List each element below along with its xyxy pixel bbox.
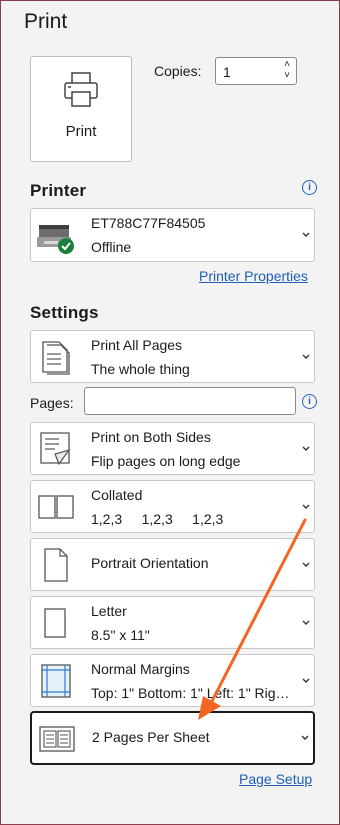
page-title: Print <box>24 10 68 33</box>
pages-info-icon[interactable]: i <box>302 394 317 409</box>
chevron-down-icon <box>302 620 310 625</box>
collation-select[interactable]: Collated 1,2,3 1,2,3 1,2,3 <box>30 480 315 533</box>
margins-subtitle: Top: 1" Bottom: 1" Left: 1" Rig… <box>91 685 290 701</box>
print-button-label: Print <box>65 123 97 140</box>
printer-icon <box>64 72 98 107</box>
copies-label: Copies: <box>154 63 202 79</box>
printer-select[interactable]: ET788C77F84505 Offline <box>30 208 315 262</box>
duplex-subtitle: Flip pages on long edge <box>91 453 241 469</box>
collation-subtitle: 1,2,3 1,2,3 1,2,3 <box>91 511 224 527</box>
paper-size-select[interactable]: Letter 8.5" x 11" <box>30 596 315 649</box>
pages-input[interactable] <box>84 387 296 415</box>
chevron-down-icon <box>302 678 310 683</box>
copies-down-icon[interactable]: ˅ <box>284 70 290 81</box>
duplex-title: Print on Both Sides <box>91 429 211 445</box>
margins-icon <box>41 664 71 698</box>
chevron-down-icon <box>302 504 310 509</box>
margins-select[interactable]: Normal Margins Top: 1" Bottom: 1" Left: … <box>30 654 315 707</box>
pages-per-sheet-icon <box>39 726 75 752</box>
paper-size-subtitle: 8.5" x 11" <box>91 627 150 643</box>
printer-status: Offline <box>91 239 132 255</box>
copies-value: 1 <box>223 64 231 80</box>
paper-size-title: Letter <box>91 603 127 619</box>
chevron-down-icon <box>302 446 310 451</box>
orientation-select[interactable]: Portrait Orientation <box>30 538 315 591</box>
pages-per-sheet-select[interactable]: 2 Pages Per Sheet <box>30 711 315 765</box>
page-setup-link[interactable]: Page Setup <box>239 771 312 787</box>
duplex-select[interactable]: Print on Both Sides Flip pages on long e… <box>30 422 315 475</box>
print-range-title: Print All Pages <box>91 337 183 353</box>
print-range-subtitle: The whole thing <box>91 361 190 377</box>
printer-info-icon[interactable]: i <box>302 180 317 195</box>
copies-up-icon[interactable]: ˄ <box>284 59 290 70</box>
print-range-select[interactable]: Print All Pages The whole thing <box>30 330 315 383</box>
collation-title: Collated <box>91 487 143 503</box>
chevron-down-icon <box>302 354 310 359</box>
printer-properties-link[interactable]: Printer Properties <box>199 268 308 284</box>
chevron-down-icon <box>301 735 309 740</box>
orientation-title: Portrait Orientation <box>91 555 209 571</box>
margins-title: Normal Margins <box>91 661 190 677</box>
document-pages-icon <box>42 341 70 375</box>
portrait-icon <box>44 548 68 582</box>
printer-device-icon <box>37 225 74 254</box>
pages-label: Pages: <box>30 395 74 411</box>
printer-name: ET788C77F84505 <box>91 215 206 231</box>
printer-section-label: Printer <box>30 181 87 200</box>
duplex-icon <box>40 432 71 466</box>
print-button[interactable]: Print <box>30 56 132 162</box>
chevron-down-icon <box>302 562 310 567</box>
copies-input[interactable]: 1 ˄ ˅ <box>215 57 297 85</box>
letter-size-icon <box>44 608 66 638</box>
settings-section-label: Settings <box>30 303 99 322</box>
chevron-down-icon <box>302 232 310 237</box>
pages-per-sheet-title: 2 Pages Per Sheet <box>92 729 210 745</box>
collated-icon <box>38 495 74 519</box>
